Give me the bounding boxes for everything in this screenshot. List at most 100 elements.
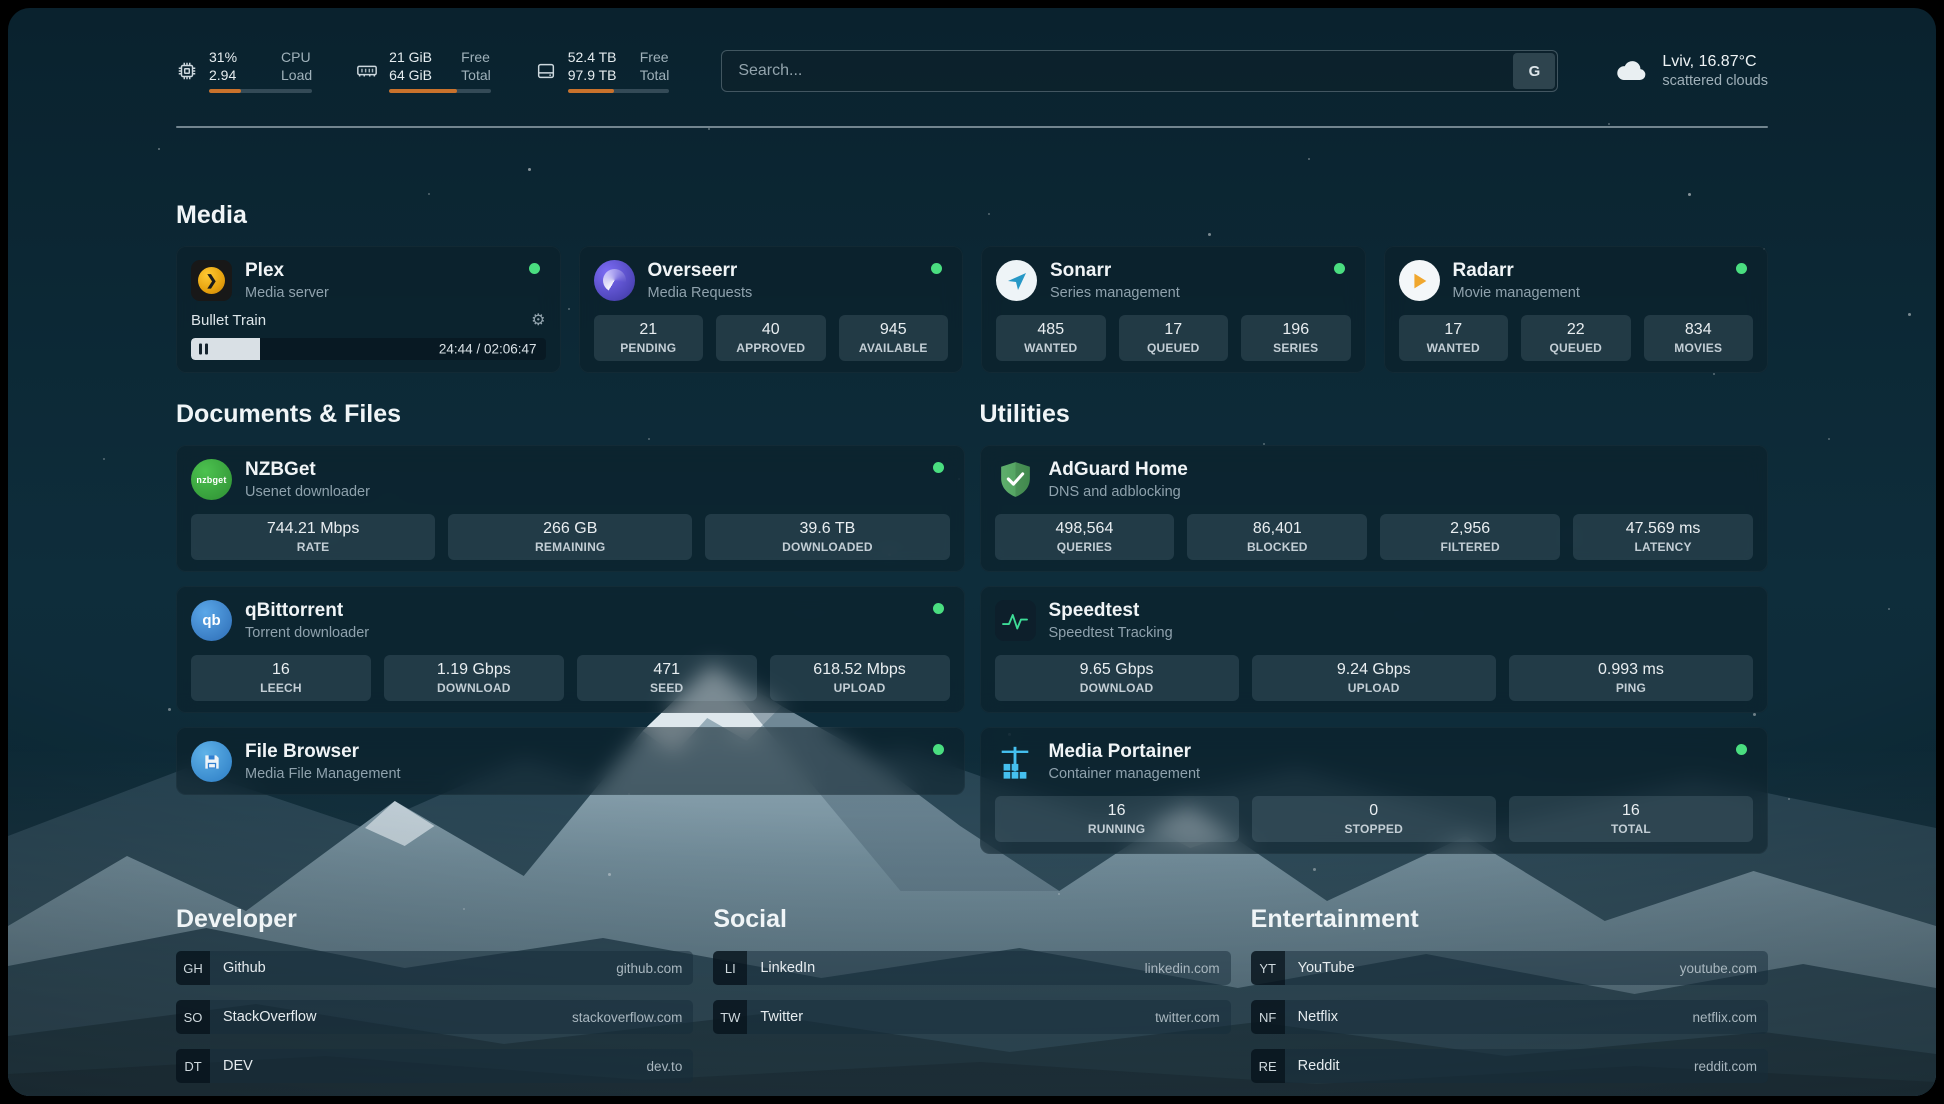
weather-widget: Lviv, 16.87°C scattered clouds bbox=[1614, 52, 1768, 90]
bookmark-netflix[interactable]: NF Netflix netflix.com bbox=[1251, 1000, 1768, 1034]
service-subtitle: Movie management bbox=[1453, 285, 1580, 302]
status-indicator bbox=[529, 263, 540, 274]
section-heading-utilities: Utilities bbox=[980, 399, 1769, 430]
cpu-chip-icon bbox=[176, 60, 198, 82]
stat-label: TOTAL bbox=[1513, 822, 1749, 836]
status-indicator bbox=[931, 263, 942, 274]
bookmark-twitter[interactable]: TW Twitter twitter.com bbox=[713, 1000, 1230, 1034]
service-subtitle: Media server bbox=[245, 285, 329, 302]
bookmark-github[interactable]: GH Github github.com bbox=[176, 951, 693, 985]
service-card-radarr[interactable]: Radarr Movie management 17 WANTED 22 QUE… bbox=[1384, 246, 1769, 373]
stat-value: 266 GB bbox=[452, 520, 688, 538]
stat-box: 16 LEECH bbox=[191, 655, 371, 701]
stat-box: 9.65 Gbps DOWNLOAD bbox=[995, 655, 1239, 701]
service-subtitle: Usenet downloader bbox=[245, 484, 370, 501]
service-name: Sonarr bbox=[1050, 259, 1180, 282]
search-provider-button[interactable]: G bbox=[1513, 53, 1555, 89]
stat-box: 40 APPROVED bbox=[716, 315, 826, 361]
overseerr-icon bbox=[594, 260, 635, 301]
service-card-speedtest[interactable]: Speedtest Speedtest Tracking 9.65 Gbps D… bbox=[980, 586, 1769, 713]
weather-condition: scattered clouds bbox=[1662, 72, 1768, 90]
bookmark-name: DEV bbox=[223, 1058, 253, 1074]
stat-box: 485 WANTED bbox=[996, 315, 1106, 361]
service-card-nzbget[interactable]: nzbget NZBGet Usenet downloader 744.21 M… bbox=[176, 445, 965, 572]
bookmark-abbr-icon: GH bbox=[176, 951, 210, 985]
stat-value: 39.6 TB bbox=[709, 520, 945, 538]
bookmark-abbr-icon: DT bbox=[176, 1049, 210, 1083]
bookmark-dev[interactable]: DT DEV dev.to bbox=[176, 1049, 693, 1083]
service-name: File Browser bbox=[245, 740, 401, 763]
bookmark-url: linkedin.com bbox=[1145, 961, 1220, 976]
search-input[interactable] bbox=[721, 50, 1558, 92]
nzbget-icon: nzbget bbox=[191, 459, 232, 500]
stat-value: 0 bbox=[1256, 802, 1492, 820]
bookmark-name: Netflix bbox=[1298, 1009, 1338, 1025]
stat-label: DOWNLOAD bbox=[999, 681, 1235, 695]
stat-label: UPLOAD bbox=[774, 681, 946, 695]
service-card-qbittorrent[interactable]: qb qBittorrent Torrent downloader 16 LEE… bbox=[176, 586, 965, 713]
bookmark-reddit[interactable]: RE Reddit reddit.com bbox=[1251, 1049, 1768, 1083]
dashboard-screen: 31% CPU 2.94 Load bbox=[8, 8, 1936, 1096]
stat-box: 86,401 BLOCKED bbox=[1187, 514, 1367, 560]
service-card-plex[interactable]: ❯ Plex Media server Bullet Train ⚙ bbox=[176, 246, 561, 373]
cpu-load-value: 2.94 bbox=[209, 67, 269, 84]
stat-label: AVAILABLE bbox=[843, 341, 945, 355]
disk-icon bbox=[535, 60, 557, 82]
service-card-overseerr[interactable]: Overseerr Media Requests 21 PENDING 40 A… bbox=[579, 246, 964, 373]
memory-usage-bar bbox=[389, 89, 491, 93]
service-subtitle: Media File Management bbox=[245, 766, 401, 783]
stat-box: 9.24 Gbps UPLOAD bbox=[1252, 655, 1496, 701]
bookmark-abbr-icon: TW bbox=[713, 1000, 747, 1034]
stat-label: QUEUED bbox=[1123, 341, 1225, 355]
status-indicator bbox=[933, 603, 944, 614]
stat-label: WANTED bbox=[1403, 341, 1505, 355]
bookmark-linkedin[interactable]: LI LinkedIn linkedin.com bbox=[713, 951, 1230, 985]
stat-box: 39.6 TB DOWNLOADED bbox=[705, 514, 949, 560]
stat-value: 945 bbox=[843, 321, 945, 339]
service-card-adguard[interactable]: AdGuard Home DNS and adblocking 498,564 … bbox=[980, 445, 1769, 572]
service-card-portainer[interactable]: Media Portainer Container management 16 … bbox=[980, 727, 1769, 854]
gear-icon[interactable]: ⚙ bbox=[531, 312, 545, 330]
memory-free-label: Free bbox=[461, 49, 491, 66]
stat-value: 618.52 Mbps bbox=[774, 661, 946, 679]
service-subtitle: Media Requests bbox=[648, 285, 753, 302]
stat-value: 9.65 Gbps bbox=[999, 661, 1235, 679]
stat-value: 471 bbox=[581, 661, 753, 679]
service-name: qBittorrent bbox=[245, 599, 369, 622]
stat-label: WANTED bbox=[1000, 341, 1102, 355]
disk-monitor: 52.4 TB Free 97.9 TB Total bbox=[535, 49, 670, 93]
playback-progress-bar[interactable]: 24:44 / 02:06:47 bbox=[191, 338, 546, 360]
stat-value: 2,956 bbox=[1384, 520, 1556, 538]
bookmark-stackoverflow[interactable]: SO StackOverflow stackoverflow.com bbox=[176, 1000, 693, 1034]
bookmark-youtube[interactable]: YT YouTube youtube.com bbox=[1251, 951, 1768, 985]
disk-free-label: Free bbox=[640, 49, 670, 66]
bookmark-name: LinkedIn bbox=[760, 960, 815, 976]
stat-box: 17 QUEUED bbox=[1119, 315, 1229, 361]
pause-icon[interactable] bbox=[199, 344, 208, 355]
section-developer: Developer GH Github github.com SO StackO… bbox=[176, 904, 693, 1083]
status-indicator bbox=[1334, 263, 1345, 274]
service-subtitle: Container management bbox=[1049, 766, 1201, 783]
stat-value: 16 bbox=[1513, 802, 1749, 820]
cpu-load-label: Load bbox=[281, 67, 312, 84]
section-documents: Documents & Files nzbget NZBGet Usenet d… bbox=[176, 399, 965, 795]
service-card-sonarr[interactable]: Sonarr Series management 485 WANTED 17 Q… bbox=[981, 246, 1366, 373]
stat-value: 40 bbox=[720, 321, 822, 339]
stat-label: RUNNING bbox=[999, 822, 1235, 836]
cpu-usage-label: CPU bbox=[281, 49, 312, 66]
filebrowser-icon bbox=[191, 741, 232, 782]
cpu-monitor: 31% CPU 2.94 Load bbox=[176, 49, 312, 93]
search-bar: G bbox=[721, 50, 1558, 92]
bookmark-url: stackoverflow.com bbox=[572, 1010, 682, 1025]
stat-label: UPLOAD bbox=[1256, 681, 1492, 695]
speedtest-icon bbox=[995, 600, 1036, 641]
top-bar: 31% CPU 2.94 Load bbox=[176, 46, 1768, 96]
stat-label: LATENCY bbox=[1577, 540, 1749, 554]
service-subtitle: Speedtest Tracking bbox=[1049, 625, 1173, 642]
service-card-filebrowser[interactable]: File Browser Media File Management bbox=[176, 727, 965, 795]
bookmark-name: Reddit bbox=[1298, 1058, 1340, 1074]
memory-monitor: 21 GiB Free 64 GiB Total bbox=[356, 49, 491, 93]
stat-value: 498,564 bbox=[999, 520, 1171, 538]
bookmark-url: reddit.com bbox=[1694, 1059, 1757, 1074]
stat-label: QUEUED bbox=[1525, 341, 1627, 355]
